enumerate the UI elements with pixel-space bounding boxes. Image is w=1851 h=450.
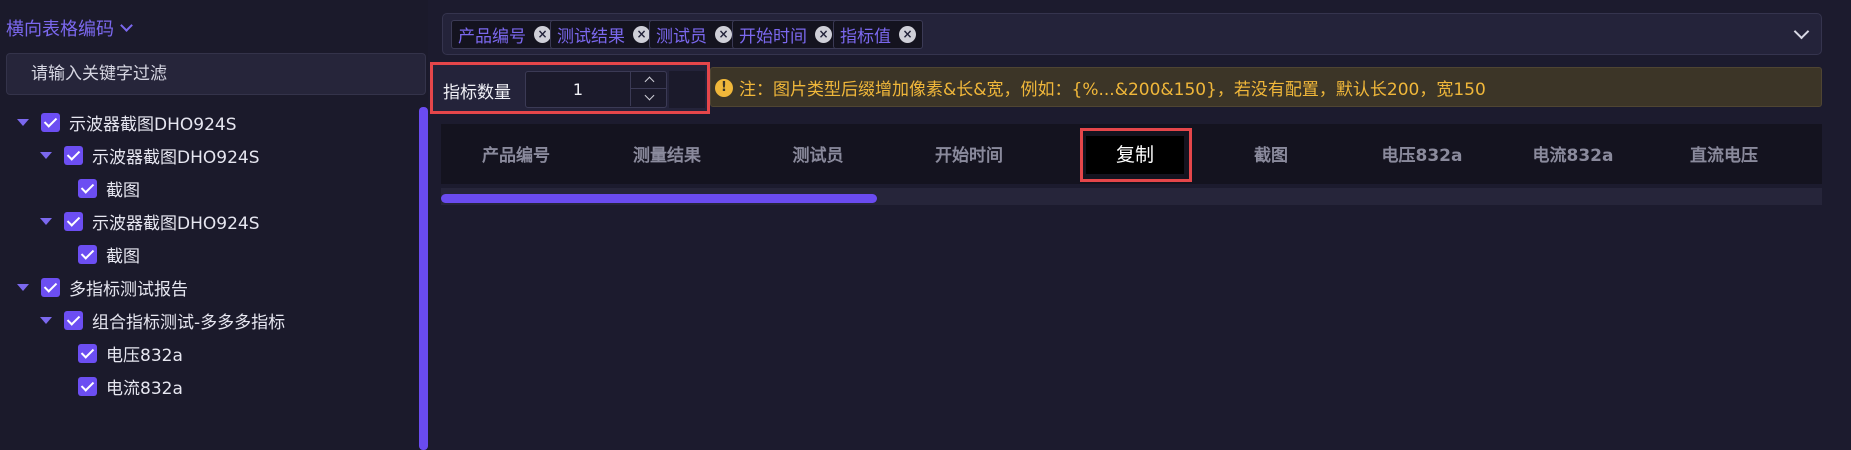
tree-node-label: 多指标测试报告 <box>69 279 188 300</box>
chevron-down-icon[interactable] <box>1793 23 1810 40</box>
tag-product-id[interactable]: 产品编号 × <box>451 20 558 49</box>
tree-node-label: 电流832a <box>106 378 183 399</box>
stepper-spacer <box>669 71 705 108</box>
notice-text: 注：图片类型后缀增加像素&长&宽，例如：{%...&200&150}，若没有配置… <box>739 79 1486 100</box>
indicator-count: 指标数量 <box>430 62 710 114</box>
close-icon[interactable]: × <box>899 26 916 43</box>
caret-down-icon[interactable] <box>17 283 29 291</box>
tree-node-label: 示波器截图DHO924S <box>92 213 260 234</box>
caret-down-icon[interactable] <box>40 151 52 159</box>
right-panel: 产品编号 × 测试结果 × 测试员 × 开始时间 × 指标值 × 指标数量 1 … <box>428 0 1851 450</box>
caret-down-icon[interactable] <box>40 217 52 225</box>
column-header[interactable]: 截图 <box>1196 141 1346 166</box>
caret-down-icon[interactable] <box>40 316 52 324</box>
tree-node-label: 截图 <box>106 246 140 267</box>
tag-test-result[interactable]: 测试结果 × <box>550 20 657 49</box>
tree-node[interactable]: 示波器截图DHO924S <box>17 108 237 136</box>
tag-label: 指标值 <box>840 27 891 47</box>
tree-node-label: 组合指标测试-多多多指标 <box>92 312 286 333</box>
format-notice: ! 注：图片类型后缀增加像素&长&宽，例如：{%...&200&150}，若没有… <box>710 67 1822 107</box>
filter-input[interactable] <box>6 53 426 95</box>
tree-node[interactable]: 截图 <box>78 240 140 268</box>
tree-scrollbar[interactable] <box>419 107 428 450</box>
indicator-count-stepper[interactable] <box>525 71 667 108</box>
column-header[interactable]: 电压832a <box>1347 141 1497 166</box>
checkbox[interactable] <box>64 145 83 165</box>
tree-node[interactable]: 组合指标测试-多多多指标 <box>40 306 285 334</box>
checkbox[interactable] <box>41 277 60 297</box>
checkbox[interactable] <box>64 310 83 330</box>
tag-label: 产品编号 <box>458 27 526 47</box>
field-tag-select[interactable]: 产品编号 × 测试结果 × 测试员 × 开始时间 × 指标值 × <box>442 13 1822 55</box>
close-icon[interactable]: × <box>715 26 732 43</box>
tree-node-label: 示波器截图DHO924S <box>69 114 237 135</box>
close-icon[interactable]: × <box>534 26 551 43</box>
column-header[interactable]: 测量结果 <box>592 141 742 166</box>
checkbox[interactable] <box>78 343 97 363</box>
column-header[interactable]: 开始时间 <box>894 141 1044 166</box>
close-icon[interactable]: × <box>815 26 832 43</box>
checkbox[interactable] <box>78 244 97 264</box>
caret-down-icon[interactable] <box>17 118 29 126</box>
chevron-down-icon <box>120 19 133 32</box>
tag-start-time[interactable]: 开始时间 × <box>732 20 839 49</box>
indicator-count-label: 指标数量 <box>443 83 511 103</box>
tag-label: 测试员 <box>656 27 707 47</box>
tag-label: 开始时间 <box>739 27 807 47</box>
tree-node[interactable]: 示波器截图DHO924S <box>40 141 260 169</box>
checkbox[interactable] <box>78 178 97 198</box>
tag-label: 测试结果 <box>557 27 625 47</box>
checkbox[interactable] <box>78 376 97 396</box>
mode-select[interactable]: 横向表格编码 <box>6 14 133 42</box>
tree: 示波器截图DHO924S 示波器截图DHO924S 截图 示波器截图DHO924… <box>0 108 418 450</box>
indicator-count-input[interactable] <box>526 72 630 107</box>
decrement-icon[interactable] <box>630 89 667 106</box>
tree-node[interactable]: 电流832a <box>78 372 183 400</box>
left-panel: 横向表格编码 示波器截图DHO924S 示波器截图DHO924S 截图 示波器截… <box>0 0 428 450</box>
column-header[interactable]: 测试员 <box>743 141 893 166</box>
table-scrollbar-thumb[interactable] <box>441 194 877 203</box>
warning-icon: ! <box>715 79 733 97</box>
increment-icon[interactable] <box>630 72 667 89</box>
column-header[interactable]: 产品编号 <box>441 141 591 166</box>
tree-node-label: 电压832a <box>106 345 183 366</box>
column-header[interactable]: 电流832a <box>1498 141 1648 166</box>
tree-node[interactable]: 截图 <box>78 174 140 202</box>
close-icon[interactable]: × <box>633 26 650 43</box>
tree-node-label: 示波器截图DHO924S <box>92 147 260 168</box>
tag-indicator-value[interactable]: 指标值 × <box>833 20 923 49</box>
tree-node[interactable]: 示波器截图DHO924S <box>40 207 260 235</box>
tree-node-label: 截图 <box>106 180 140 201</box>
checkbox[interactable] <box>64 211 83 231</box>
mode-select-label: 横向表格编码 <box>6 19 114 40</box>
copy-button[interactable]: 复制 <box>1086 136 1184 174</box>
tag-tester[interactable]: 测试员 × <box>649 20 739 49</box>
column-header[interactable]: 直流电压 <box>1649 141 1799 166</box>
tree-node[interactable]: 多指标测试报告 <box>17 273 188 301</box>
checkbox[interactable] <box>41 112 60 132</box>
tree-node[interactable]: 电压832a <box>78 339 183 367</box>
copy-popup: 复制 <box>1080 128 1192 182</box>
